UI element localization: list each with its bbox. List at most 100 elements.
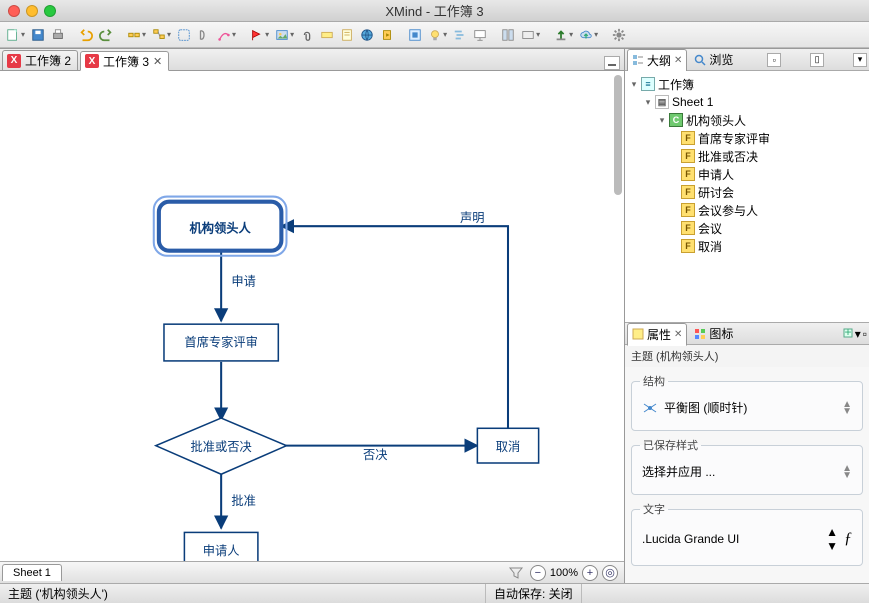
collapse-icon[interactable]: ▾ [657, 115, 667, 125]
panel-menu-icon[interactable]: ▾ [855, 327, 861, 341]
relationship-button[interactable] [215, 26, 233, 44]
floating-topic-icon: F [681, 131, 695, 145]
sheet-tab[interactable]: Sheet 1 [2, 564, 62, 581]
node-decision-label: 批准或否决 [191, 439, 252, 454]
close-window-button[interactable] [8, 5, 20, 17]
tab-label: 图标 [709, 325, 733, 342]
zoom-fit-button[interactable]: ◎ [602, 565, 618, 581]
new-button[interactable] [4, 26, 22, 44]
font-fieldset: 文字 .Lucida Grande UI ▲▼ ƒ [631, 501, 863, 566]
image-button[interactable] [273, 26, 291, 44]
panel-menu-icon[interactable]: ▯ [810, 53, 824, 67]
note-button[interactable] [338, 26, 356, 44]
boundary-button[interactable] [175, 26, 193, 44]
zoom-in-button[interactable]: + [582, 565, 598, 581]
drill-button[interactable] [406, 26, 424, 44]
tree-row-topic[interactable]: F会议参与人 [625, 201, 869, 219]
editor-tab[interactable]: X 工作簿 3 ✕ [80, 51, 169, 71]
stepper-icon[interactable]: ▲▼ [842, 401, 852, 415]
topic-button[interactable] [125, 26, 143, 44]
cloud-button[interactable] [577, 26, 595, 44]
print-button[interactable] [49, 26, 67, 44]
close-tab-icon[interactable]: ✕ [674, 55, 682, 66]
canvas[interactable]: 申请 批准 否决 声明 机构领头人 首席专家评审 [0, 71, 624, 561]
dropdown-icon[interactable]: ▾ [167, 30, 171, 39]
close-tab-icon[interactable]: ✕ [674, 329, 682, 340]
collapse-icon[interactable]: ▾ [629, 79, 639, 89]
browse-tab[interactable]: 浏览 [689, 48, 738, 71]
xmind-file-icon: X [85, 54, 99, 68]
summary-button[interactable] [195, 26, 213, 44]
tree-row-topic[interactable]: F首席专家评审 [625, 129, 869, 147]
dropdown-icon[interactable]: ▾ [21, 30, 25, 39]
preferences-button[interactable] [610, 26, 628, 44]
tree-row-sheet[interactable]: ▾▤Sheet 1 [625, 93, 869, 111]
tree-row-topic[interactable]: F研讨会 [625, 183, 869, 201]
attachment-button[interactable] [298, 26, 316, 44]
stepper-icon[interactable]: ▲▼ [842, 465, 852, 479]
map-overview-button[interactable] [499, 26, 517, 44]
import-button[interactable] [552, 26, 570, 44]
gantt-button[interactable] [451, 26, 469, 44]
save-button[interactable] [29, 26, 47, 44]
panel-action-icon[interactable]: + [843, 327, 853, 341]
stepper-icon[interactable]: ▲▼ [826, 525, 838, 553]
collapse-icon[interactable]: ▾ [643, 97, 653, 107]
outline-tab[interactable]: 大纲 ✕ [627, 49, 687, 72]
marker-button[interactable] [248, 26, 266, 44]
redo-button[interactable] [97, 26, 115, 44]
minimize-editor-button[interactable] [604, 56, 620, 70]
tree-row-topic[interactable]: F申请人 [625, 165, 869, 183]
saved-style-select[interactable]: 选择并应用 ... ▲▼ [640, 459, 854, 484]
properties-tab[interactable]: 属性 ✕ [627, 323, 687, 346]
dropdown-icon[interactable]: ▾ [594, 30, 598, 39]
filter-icon[interactable] [508, 565, 524, 581]
zoom-window-button[interactable] [44, 5, 56, 17]
main-area: X 工作簿 2 X 工作簿 3 ✕ 申请 [0, 48, 869, 583]
window-title: XMind - 工作簿 3 [0, 1, 869, 20]
hyperlink-button[interactable] [358, 26, 376, 44]
node-head-label: 机构领头人 [189, 220, 251, 235]
tree-row-central[interactable]: ▾C机构领头人 [625, 111, 869, 129]
xmind-file-icon: X [7, 54, 21, 68]
panel-menu-icon[interactable]: ▫ [767, 53, 781, 67]
presentation-button[interactable] [471, 26, 489, 44]
fieldset-legend: 结构 [640, 373, 668, 389]
minimize-panel-icon[interactable]: ▾ [853, 53, 867, 67]
minimize-panel-icon[interactable]: ▫ [863, 327, 867, 341]
tree-row-topic[interactable]: F会议 [625, 219, 869, 237]
dropdown-icon[interactable]: ▾ [536, 30, 540, 39]
tree-row-topic[interactable]: F批准或否决 [625, 147, 869, 165]
outline-tree[interactable]: ▾≡工作簿 ▾▤Sheet 1 ▾C机构领头人 F首席专家评审 F批准或否决 F… [625, 71, 869, 323]
map-shot-button[interactable] [519, 26, 537, 44]
node-applicant-label: 申请人 [203, 544, 240, 558]
properties-subject: 主题 (机构领头人) [625, 345, 869, 367]
audio-button[interactable] [378, 26, 396, 44]
minimize-window-button[interactable] [26, 5, 38, 17]
tab-label: 属性 [647, 326, 671, 343]
dropdown-icon[interactable]: ▾ [232, 30, 236, 39]
editor-tab[interactable]: X 工作簿 2 [2, 50, 78, 70]
dropdown-icon[interactable]: ▾ [569, 30, 573, 39]
dropdown-icon[interactable]: ▾ [142, 30, 146, 39]
editor-panel: X 工作簿 2 X 工作簿 3 ✕ 申请 [0, 49, 625, 583]
dropdown-icon[interactable]: ▾ [290, 30, 294, 39]
edge-label-reject: 否决 [363, 448, 388, 462]
structure-select[interactable]: 平衡图 (顺时针) ▲▼ [640, 395, 854, 420]
tree-row-workbook[interactable]: ▾≡工作簿 [625, 75, 869, 93]
subtopic-button[interactable] [150, 26, 168, 44]
floating-topic-icon: F [681, 185, 695, 199]
idea-button[interactable] [426, 26, 444, 44]
tree-row-topic[interactable]: F取消 [625, 237, 869, 255]
dropdown-icon[interactable]: ▾ [443, 30, 447, 39]
undo-button[interactable] [77, 26, 95, 44]
zoom-out-button[interactable]: − [530, 565, 546, 581]
outline-tabs: 大纲 ✕ 浏览 ▫ ▯ ▾ [625, 49, 869, 71]
dropdown-icon[interactable]: ▾ [265, 30, 269, 39]
font-select[interactable]: .Lucida Grande UI ▲▼ ƒ [640, 523, 854, 555]
close-tab-icon[interactable]: ✕ [153, 55, 162, 68]
font-dialog-icon[interactable]: ƒ [844, 530, 852, 548]
label-button[interactable] [318, 26, 336, 44]
icons-tab[interactable]: 图标 [689, 322, 738, 345]
sheet-icon: ▤ [655, 95, 669, 109]
